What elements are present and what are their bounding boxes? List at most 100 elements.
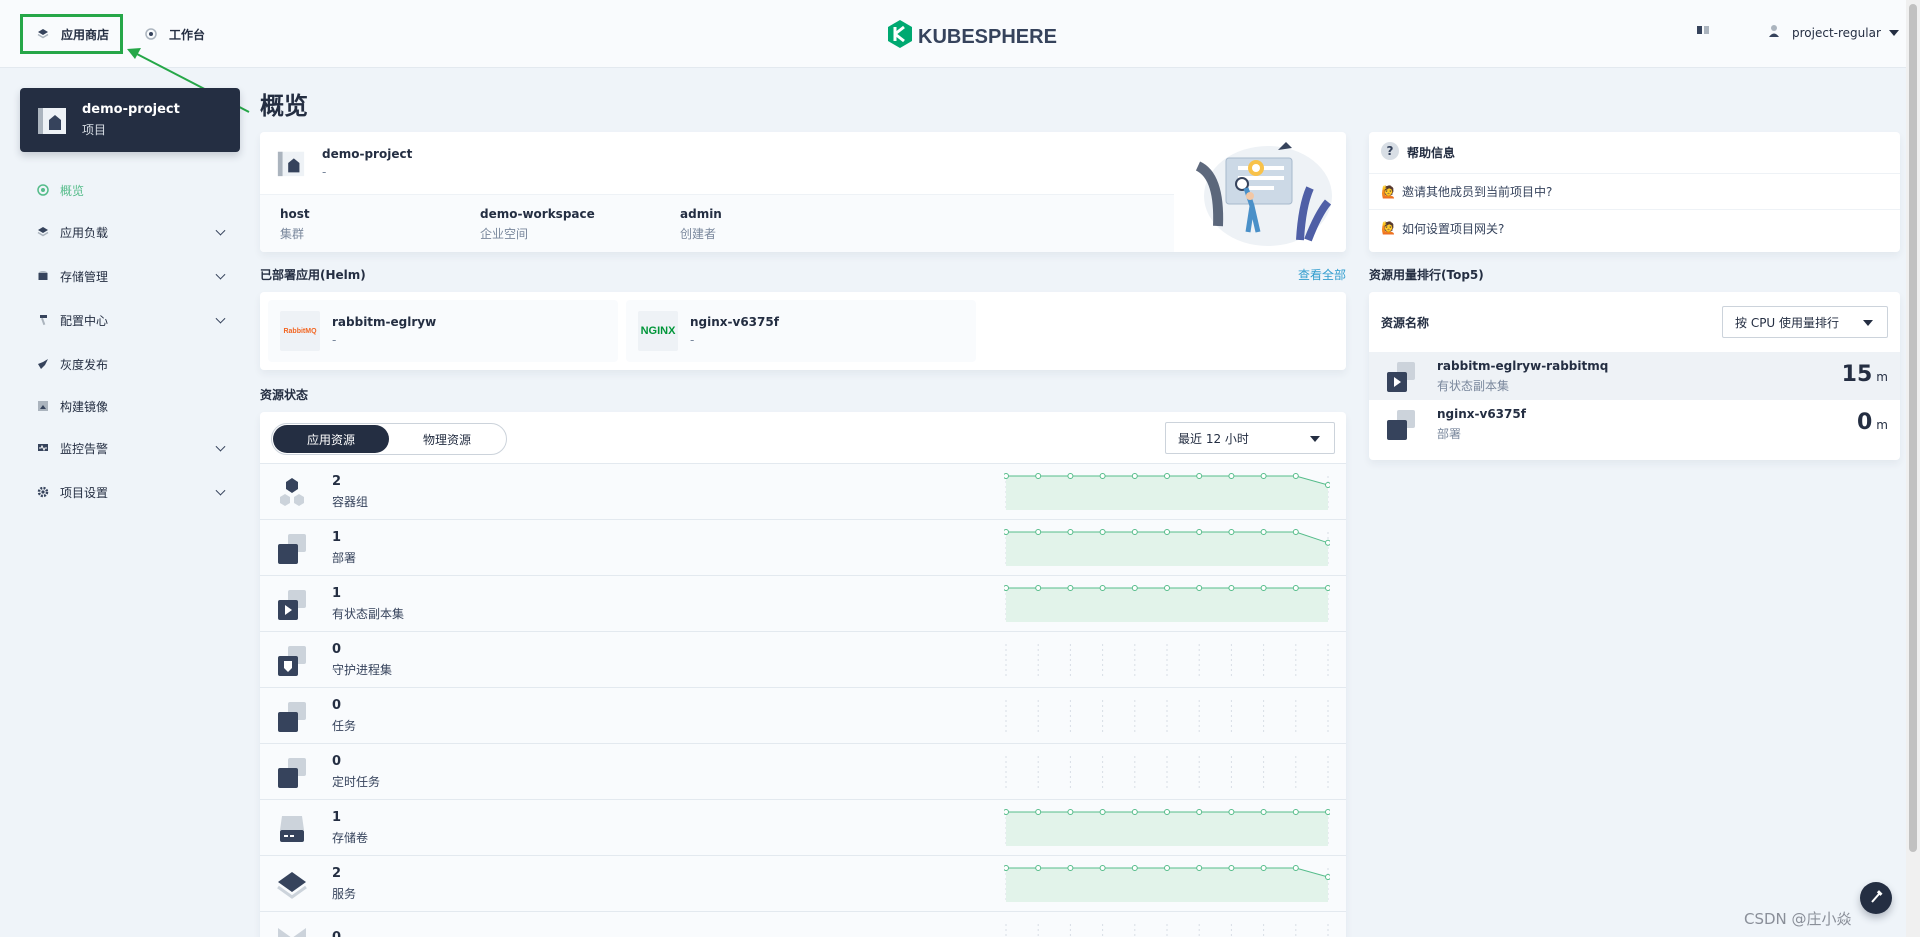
sort-by-select[interactable]: 按 CPU 使用量排行 — [1722, 306, 1888, 338]
sidebar-item-monitoring[interactable]: 监控告警 — [20, 426, 240, 470]
sparkline-point — [1260, 865, 1267, 871]
pods-icon — [276, 476, 308, 508]
app-tile[interactable]: NGINX nginx-v6375f - — [626, 300, 976, 362]
sidebar-item-project-settings[interactable]: 项目设置 — [20, 470, 240, 514]
sparkline-point — [1131, 585, 1138, 591]
project-meta: host 集群 demo-workspace 企业空间 admin 创建者 — [260, 194, 1174, 252]
sparkline-area — [1006, 588, 1328, 622]
sparkline-point — [1099, 473, 1106, 479]
resource-row[interactable]: 0 定时任务 — [260, 744, 1346, 800]
sparkline-area — [1006, 812, 1328, 846]
sparkline-point — [1004, 865, 1009, 871]
sparkline-point — [1067, 473, 1074, 479]
sidebar-item-label: 配置中心 — [60, 313, 109, 328]
project-illustration — [1195, 142, 1332, 246]
sparkline-point — [1228, 529, 1235, 535]
rabbitmq-logo-icon: RabbitMQ — [280, 311, 320, 351]
deployment-icon — [276, 532, 308, 564]
resource-count: 0 — [332, 697, 342, 713]
toolbox-button[interactable] — [1860, 882, 1892, 914]
help-item-invite[interactable]: 🙋 邀请其他成员到当前项目中? — [1369, 174, 1900, 210]
help-item-gateway[interactable]: 🙋 如何设置项目网关? — [1369, 210, 1900, 246]
sparkline-point — [1067, 865, 1074, 871]
project-icon — [276, 148, 306, 178]
resource-row[interactable]: 1 存储卷 — [260, 800, 1346, 856]
workspace-label: 企业空间 — [480, 227, 529, 241]
layers-icon — [36, 225, 50, 239]
top5-card: 资源名称 按 CPU 使用量排行 rabbitm-eglryw-rabbitmq… — [1369, 292, 1900, 460]
sparkline-point — [1035, 809, 1042, 815]
sparkline-point — [1196, 585, 1203, 591]
sidebar-item-workloads[interactable]: 应用负载 — [20, 210, 240, 254]
username-label: project-regular — [1792, 25, 1881, 40]
sparkline-point — [1035, 473, 1042, 479]
sparkline-point — [1260, 809, 1267, 815]
sparkline-point — [1228, 865, 1235, 871]
vertical-scrollbar[interactable] — [1906, 0, 1920, 937]
layers-icon — [35, 26, 51, 42]
sidebar-item-build-image[interactable]: 构建镜像 — [20, 386, 240, 426]
resource-label: 存储卷 — [332, 830, 369, 845]
workbench-label: 工作台 — [169, 27, 206, 42]
scrollbar-thumb[interactable] — [1909, 4, 1917, 852]
sidebar-item-label: 灰度发布 — [60, 357, 109, 372]
sidebar-item-grayscale[interactable]: 灰度发布 — [20, 342, 240, 386]
resource-status-card: 应用资源 物理资源 最近 12 小时 2 容器组 1 部署 1 有状态副本集 0 守护进程集 0… — [260, 412, 1346, 937]
view-all-link[interactable]: 查看全部 — [1298, 266, 1346, 283]
sparkline-point — [1292, 473, 1299, 479]
sparkline-point — [1004, 473, 1009, 479]
top5-item-name: rabbitm-eglryw-rabbitmq — [1437, 358, 1609, 373]
workspace-value: demo-workspace — [480, 207, 595, 221]
tab-app-resources[interactable]: 应用资源 — [273, 425, 389, 453]
resource-row[interactable]: 1 有状态副本集 — [260, 576, 1346, 632]
sidebar-item-storage[interactable]: 存储管理 — [20, 254, 240, 298]
resource-label: 任务 — [332, 718, 357, 733]
sidebar-item-label: 项目设置 — [60, 485, 109, 500]
top5-item[interactable]: nginx-v6375f 部署 0m — [1369, 400, 1900, 448]
sparkline-point — [1099, 865, 1106, 871]
sidebar-item-config[interactable]: 配置中心 — [20, 298, 240, 342]
sparkline-point — [1228, 585, 1235, 591]
person-raising-hand-icon: 🙋 — [1381, 221, 1396, 235]
tab-physical-resources[interactable]: 物理资源 — [389, 425, 505, 453]
project-card[interactable]: demo-project 项目 — [20, 88, 240, 152]
trend-sparkline — [1004, 529, 1330, 566]
time-range-value: 最近 12 小时 — [1178, 431, 1249, 446]
resource-row[interactable]: 2 容器组 — [260, 464, 1346, 520]
top5-item-type: 部署 — [1437, 426, 1462, 441]
svg-text:?: ? — [1387, 144, 1394, 158]
user-menu[interactable]: project-regular — [1768, 24, 1899, 41]
project-name: demo-project — [82, 102, 180, 117]
sparkline-point — [1228, 473, 1235, 479]
sidebar-item-label: 概览 — [60, 183, 85, 198]
time-range-select[interactable]: 最近 12 小时 — [1165, 422, 1335, 454]
statefulset-icon — [276, 588, 308, 620]
sparkline-point — [1004, 809, 1009, 815]
top5-item[interactable]: rabbitm-eglryw-rabbitmq 有状态副本集 15 m — [1369, 352, 1900, 400]
sparkline-point — [1131, 809, 1138, 815]
app-tile[interactable]: RabbitMQ rabbitm-eglryw - — [268, 300, 618, 362]
resource-row[interactable]: 0 任务 — [260, 688, 1346, 744]
sparkline-point — [1164, 529, 1170, 535]
sidebar-item-overview[interactable]: 概览 — [20, 170, 240, 210]
sparkline-point — [1035, 585, 1042, 591]
apps-section-title: 已部署应用(Helm) — [260, 268, 366, 282]
docs-book-icon[interactable] — [1696, 24, 1710, 36]
resource-row[interactable]: 0 守护进程集 — [260, 632, 1346, 688]
sidebar-nav: 概览 应用负载 存储管理 配置中心 灰度发布 构建镜像 监控告警 项目设置 — [20, 170, 240, 514]
top5-item-type: 有状态副本集 — [1437, 378, 1510, 393]
creator-label: 创建者 — [680, 227, 717, 241]
app-desc: - — [690, 333, 695, 347]
app-store-link[interactable]: 应用商店 — [20, 14, 123, 54]
help-item-label: 如何设置项目网关? — [1401, 221, 1505, 236]
resource-row[interactable]: 2 服务 — [260, 856, 1346, 912]
database-icon — [36, 269, 50, 283]
resource-row[interactable]: 1 部署 — [260, 520, 1346, 576]
cluster-meta: host 集群 — [280, 207, 310, 242]
sparkline-point — [1004, 585, 1009, 591]
trend-sparkline — [1004, 865, 1330, 902]
resource-label: 容器组 — [332, 494, 369, 509]
kubesphere-logo[interactable]: KUBESPHERE — [888, 20, 1057, 54]
chevron-down-icon — [215, 313, 226, 324]
resource-row[interactable]: 0 — [260, 912, 1346, 937]
